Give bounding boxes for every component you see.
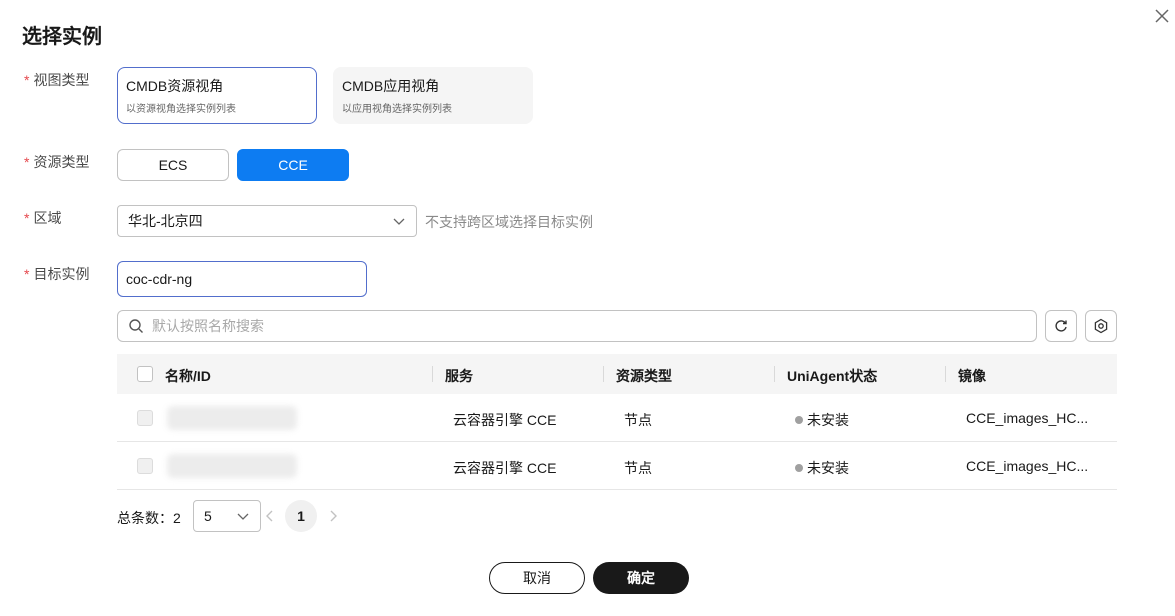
select-all-checkbox[interactable] (137, 366, 153, 382)
dialog-title: 选择实例 (22, 26, 102, 48)
cancel-button[interactable]: 取消 (489, 562, 585, 594)
view-card-desc: 以资源视角选择实例列表 (126, 104, 236, 115)
cell-resource-type: 节点 (624, 460, 652, 476)
cell-service: 云容器引擎 CCE (453, 460, 557, 476)
target-instance-input[interactable] (117, 261, 367, 297)
redacted-name (167, 406, 297, 430)
view-card-desc: 以应用视角选择实例列表 (342, 104, 452, 115)
confirm-button[interactable]: 确定 (593, 562, 689, 594)
region-value: 华北-北京四 (128, 213, 203, 229)
column-header-name: 名称/ID (165, 368, 211, 384)
view-card-title: CMDB资源视角 (126, 78, 224, 94)
region-label-text: 区域 (33, 210, 62, 226)
table-row[interactable]: 云容器引擎 CCE 节点 未安装 CCE_images_HC... (117, 394, 1117, 442)
required-mark: * (24, 154, 30, 170)
search-icon (129, 319, 143, 333)
column-header-agent-status: UniAgent状态 (787, 368, 878, 384)
column-divider (945, 366, 946, 382)
chevron-down-icon (237, 513, 249, 520)
column-divider (603, 366, 604, 382)
gear-icon (1094, 318, 1108, 334)
redacted-name (167, 454, 297, 478)
total-count: 总条数：2 (117, 510, 181, 526)
search-input[interactable]: 默认按照名称搜索 (117, 310, 1037, 342)
column-header-resource-type: 资源类型 (616, 368, 672, 384)
target-instance-label: * 目标实例 (24, 264, 89, 284)
current-page[interactable]: 1 (285, 500, 317, 532)
cell-agent-status: 未安装 (795, 458, 849, 478)
status-dot (795, 416, 803, 424)
resource-type-label-text: 资源类型 (33, 154, 90, 170)
instance-table: 名称/ID 服务 资源类型 UniAgent状态 镜像 云容器引擎 CCE 节点… (117, 354, 1117, 490)
row-checkbox[interactable] (137, 458, 153, 474)
page-size-value: 5 (204, 508, 212, 524)
required-mark: * (24, 72, 30, 88)
cell-image: CCE_images_HC... (966, 458, 1089, 474)
column-header-service: 服务 (445, 368, 473, 384)
column-header-image: 镜像 (958, 368, 986, 384)
target-instance-label-text: 目标实例 (33, 266, 90, 282)
cell-service: 云容器引擎 CCE (453, 412, 557, 428)
cell-resource-type: 节点 (624, 412, 652, 428)
search-placeholder: 默认按照名称搜索 (152, 318, 264, 334)
refresh-button[interactable] (1045, 310, 1077, 342)
status-dot (795, 464, 803, 472)
table-row[interactable]: 云容器引擎 CCE 节点 未安装 CCE_images_HC... (117, 442, 1117, 490)
status-text: 未安装 (807, 412, 849, 428)
cell-agent-status: 未安装 (795, 410, 849, 430)
settings-button[interactable] (1085, 310, 1117, 342)
resource-type-label: * 资源类型 (24, 152, 89, 172)
row-checkbox[interactable] (137, 410, 153, 426)
column-divider (774, 366, 775, 382)
close-icon[interactable] (1152, 6, 1172, 26)
status-text: 未安装 (807, 460, 849, 476)
cell-image: CCE_images_HC... (966, 410, 1089, 426)
view-type-label: * 视图类型 (24, 70, 89, 90)
chevron-right-icon[interactable] (325, 506, 341, 526)
view-card-resource[interactable]: CMDB资源视角 以资源视角选择实例列表 (117, 67, 317, 124)
column-divider (432, 366, 433, 382)
table-header: 名称/ID 服务 资源类型 UniAgent状态 镜像 (117, 354, 1117, 394)
chevron-down-icon (393, 218, 405, 225)
region-hint: 不支持跨区域选择目标实例 (425, 214, 593, 230)
resource-type-cce-button[interactable]: CCE (237, 149, 349, 181)
view-card-application[interactable]: CMDB应用视角 以应用视角选择实例列表 (333, 67, 533, 124)
region-label: * 区域 (24, 208, 61, 228)
required-mark: * (24, 266, 30, 282)
view-type-label-text: 视图类型 (33, 72, 90, 88)
refresh-icon (1055, 320, 1067, 332)
required-mark: * (24, 210, 30, 226)
page-size-select[interactable]: 5 (193, 500, 261, 532)
chevron-left-icon[interactable] (262, 506, 278, 526)
resource-type-ecs-button[interactable]: ECS (117, 149, 229, 181)
view-card-title: CMDB应用视角 (342, 78, 440, 94)
region-select[interactable]: 华北-北京四 (117, 205, 417, 237)
